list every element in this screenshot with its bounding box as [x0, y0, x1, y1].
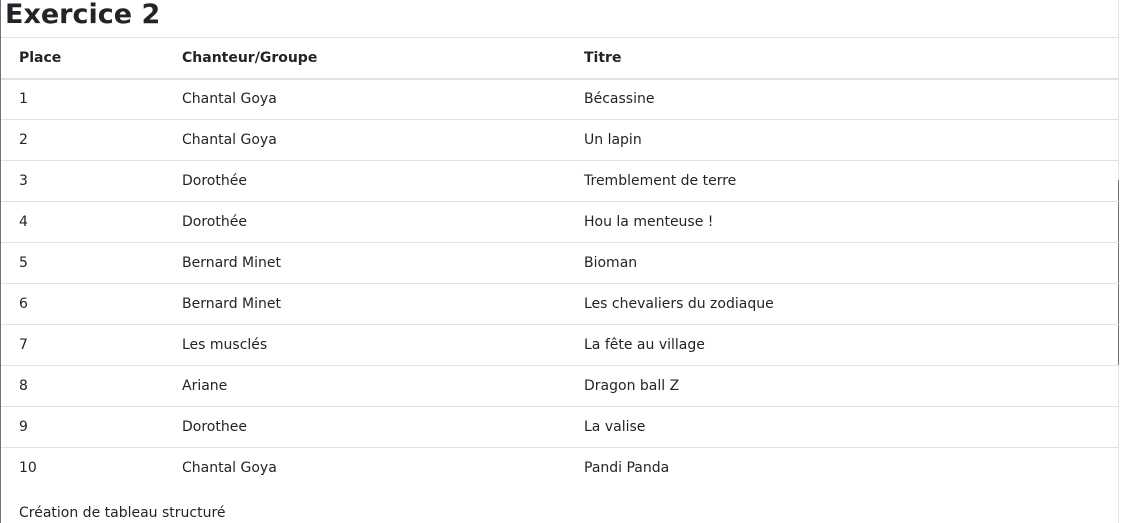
table-row: 1 Chantal Goya Bécassine — [1, 78, 1119, 120]
table-row: 8 Ariane Dragon ball Z — [1, 365, 1119, 407]
table-row: 7 Les musclés La fête au village — [1, 324, 1119, 366]
cell-artist: Chantal Goya — [164, 447, 566, 489]
cell-artist: Dorothee — [164, 406, 566, 448]
cell-artist: Chantal Goya — [164, 78, 566, 120]
table-row: 6 Bernard Minet Les chevaliers du zodiaq… — [1, 283, 1119, 325]
cell-place: 2 — [1, 119, 164, 161]
cell-place: 6 — [1, 283, 164, 325]
table-row: 9 Dorothee La valise — [1, 406, 1119, 448]
table-body: 1 Chantal Goya Bécassine 2 Chantal Goya … — [1, 78, 1119, 489]
header-artist: Chanteur/Groupe — [164, 37, 566, 80]
cell-title: Bécassine — [566, 78, 1119, 120]
table-caption: Création de tableau structuré — [19, 505, 226, 521]
cell-place: 10 — [1, 447, 164, 489]
header-title: Titre — [566, 37, 1119, 80]
cell-place: 3 — [1, 160, 164, 202]
cell-title: Tremblement de terre — [566, 160, 1119, 202]
cell-artist: Dorothée — [164, 160, 566, 202]
cell-title: Un lapin — [566, 119, 1119, 161]
cell-title: Les chevaliers du zodiaque — [566, 283, 1119, 325]
header-place: Place — [1, 37, 164, 80]
cell-artist: Bernard Minet — [164, 283, 566, 325]
cell-place: 9 — [1, 406, 164, 448]
cell-title: Hou la menteuse ! — [566, 201, 1119, 243]
cell-artist: Chantal Goya — [164, 119, 566, 161]
cell-place: 8 — [1, 365, 164, 407]
table-header: Place Chanteur/Groupe Titre — [1, 37, 1119, 80]
table-row: 2 Chantal Goya Un lapin — [1, 119, 1119, 161]
songs-table: Place Chanteur/Groupe Titre 1 Chantal Go… — [1, 37, 1119, 489]
table-row: 4 Dorothée Hou la menteuse ! — [1, 201, 1119, 243]
cell-place: 4 — [1, 201, 164, 243]
cell-artist: Les musclés — [164, 324, 566, 366]
table-row: 10 Chantal Goya Pandi Panda — [1, 447, 1119, 489]
page-frame: Exercice 2 Place Chanteur/Groupe Titre 1… — [0, 0, 1122, 523]
cell-artist: Dorothée — [164, 201, 566, 243]
cell-title: Dragon ball Z — [566, 365, 1119, 407]
cell-place: 1 — [1, 78, 164, 120]
page-title: Exercice 2 — [5, 0, 161, 30]
header-row: Place Chanteur/Groupe Titre — [1, 37, 1119, 80]
cell-title: Pandi Panda — [566, 447, 1119, 489]
table-row: 5 Bernard Minet Bioman — [1, 242, 1119, 284]
cell-place: 7 — [1, 324, 164, 366]
cell-title: Bioman — [566, 242, 1119, 284]
cell-place: 5 — [1, 242, 164, 284]
cell-title: La valise — [566, 406, 1119, 448]
cell-title: La fête au village — [566, 324, 1119, 366]
cell-artist: Bernard Minet — [164, 242, 566, 284]
cell-artist: Ariane — [164, 365, 566, 407]
table-row: 3 Dorothée Tremblement de terre — [1, 160, 1119, 202]
